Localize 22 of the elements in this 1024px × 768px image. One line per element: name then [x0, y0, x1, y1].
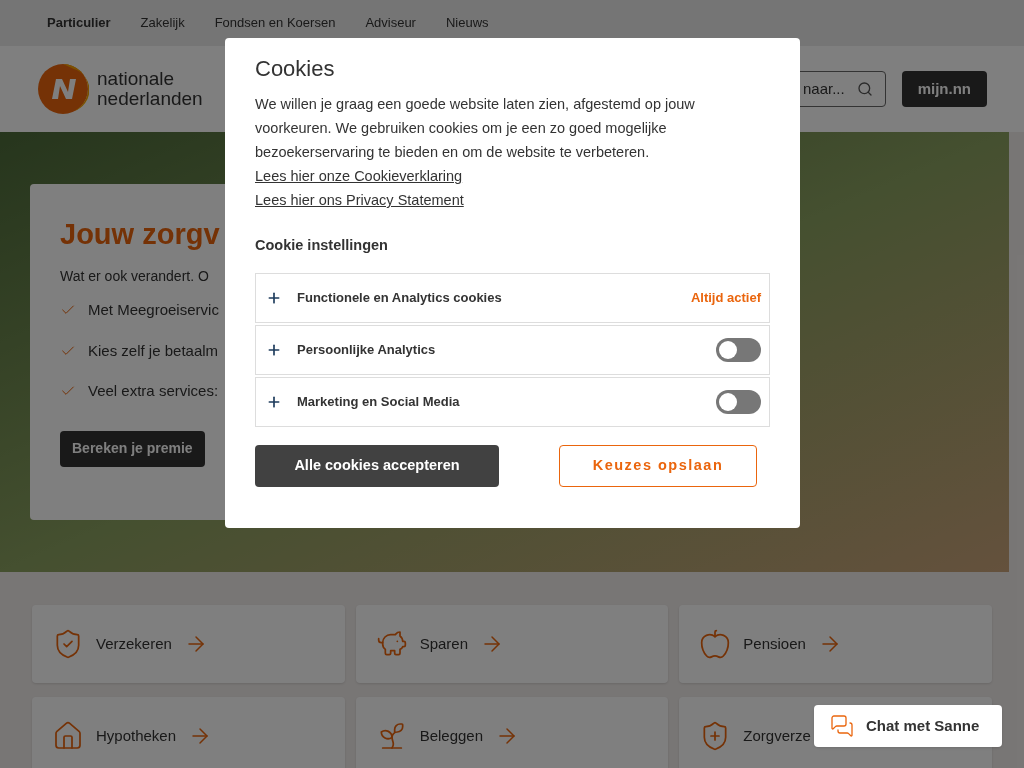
tile-label: Pensioen — [743, 633, 806, 654]
hero-intro: Wat er ook verandert. O — [60, 267, 210, 286]
tile-label: Sparen — [419, 633, 469, 654]
hero-bullet: Met Meegroeiservic — [88, 300, 219, 320]
logo-text: nationale — [97, 69, 176, 89]
category-label: Marketing en Social Media — [297, 393, 460, 411]
hero-bullet: Veel extra services: — [88, 381, 219, 401]
category-label: Functionele en Analytics cookies — [297, 289, 502, 307]
logo-text: nederlanden — [97, 89, 203, 109]
tile-label: Verzekeren — [96, 633, 172, 654]
tile-label: Zorgverze — [743, 725, 811, 746]
hero-title: Jouw zorgv — [60, 217, 220, 252]
chat-label: Chat met Sanne — [866, 715, 980, 736]
dialog-text: We willen je graag een goede website laten zien, afgestemd op jouw voorkeuren. We gebruiken cookies om je een zo goed mogelijke bezoekerservaring te bieden en om de website te verbeteren. — [255, 95, 696, 162]
category-label: Persoonlijke Analytics — [297, 341, 436, 359]
search-placeholder: naar... — [802, 78, 845, 99]
hero-bullet: Kies zelf je betaalm — [88, 340, 219, 361]
settings-heading: Cookie instellingen — [255, 236, 389, 255]
dialog-title: Cookies — [255, 55, 336, 83]
tile-label: Beleggen — [419, 725, 484, 746]
tile-label: Hypotheken — [96, 725, 177, 746]
status-label: Altijd actief — [690, 289, 761, 307]
